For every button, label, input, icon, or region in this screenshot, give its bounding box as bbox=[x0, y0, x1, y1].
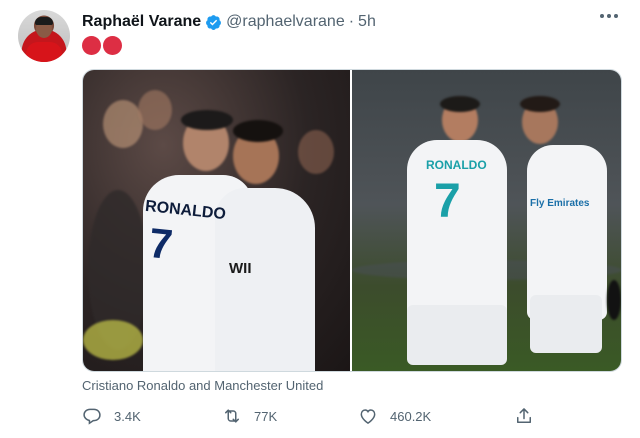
tweet-timestamp[interactable]: 5h bbox=[358, 13, 376, 31]
like-icon bbox=[360, 409, 376, 424]
player-hair bbox=[520, 96, 560, 112]
tweet-text bbox=[82, 36, 122, 55]
share-icon bbox=[517, 408, 531, 423]
retweet-button[interactable]: 77K bbox=[222, 406, 277, 426]
player-hair bbox=[233, 120, 283, 142]
verified-badge-icon bbox=[206, 14, 222, 30]
red-circle-emoji bbox=[82, 36, 101, 55]
jersey-sponsor: WII bbox=[229, 260, 252, 277]
more-icon[interactable] bbox=[600, 14, 618, 18]
avatar-shirt bbox=[26, 42, 62, 62]
player-hair bbox=[440, 96, 480, 112]
player-jersey bbox=[215, 188, 315, 371]
author-avatar[interactable] bbox=[18, 10, 70, 62]
reply-icon bbox=[83, 408, 101, 425]
crowd-face bbox=[298, 130, 334, 174]
jersey-number: 7 bbox=[434, 175, 461, 228]
jersey-sponsor: Fly Emirates bbox=[530, 198, 590, 209]
avatar-hair bbox=[35, 17, 53, 25]
crowd-face bbox=[138, 90, 172, 130]
retweet-icon bbox=[225, 409, 239, 423]
tweet-actions: 3.4K 77K 460.2K bbox=[82, 406, 542, 428]
media-caption: Cristiano Ronaldo and Manchester United bbox=[82, 378, 324, 393]
jersey-name: RONALDO bbox=[426, 158, 487, 172]
reply-count: 3.4K bbox=[114, 408, 141, 424]
retweet-count: 77K bbox=[254, 408, 278, 424]
crowd-jacket bbox=[83, 320, 143, 360]
like-button[interactable]: 460.2K bbox=[358, 406, 431, 426]
crowd-face bbox=[103, 100, 143, 148]
author-handle[interactable]: @raphaelvarane bbox=[226, 13, 345, 31]
player-shorts bbox=[407, 305, 507, 365]
media-photo-left[interactable]: RONALDO 7 WII bbox=[83, 70, 350, 371]
tweet-media[interactable]: RONALDO 7 WII RONALDO 7 Fly Emirates bbox=[82, 69, 622, 372]
player-hair bbox=[181, 110, 233, 130]
player-shorts bbox=[530, 295, 602, 353]
separator-dot: · bbox=[348, 13, 355, 30]
share-button[interactable] bbox=[514, 406, 534, 426]
player-jersey bbox=[527, 145, 607, 320]
author-name[interactable]: Raphaël Varane bbox=[82, 13, 201, 31]
like-count: 460.2K bbox=[390, 408, 432, 424]
jersey-number: 7 bbox=[146, 218, 175, 269]
player-glove bbox=[607, 280, 621, 320]
red-circle-emoji bbox=[103, 36, 122, 55]
tweet-header: Raphaël Varane @raphaelvarane · 5h bbox=[82, 12, 376, 32]
reply-button[interactable]: 3.4K bbox=[82, 406, 141, 426]
media-photo-right[interactable]: RONALDO 7 Fly Emirates bbox=[352, 70, 621, 371]
